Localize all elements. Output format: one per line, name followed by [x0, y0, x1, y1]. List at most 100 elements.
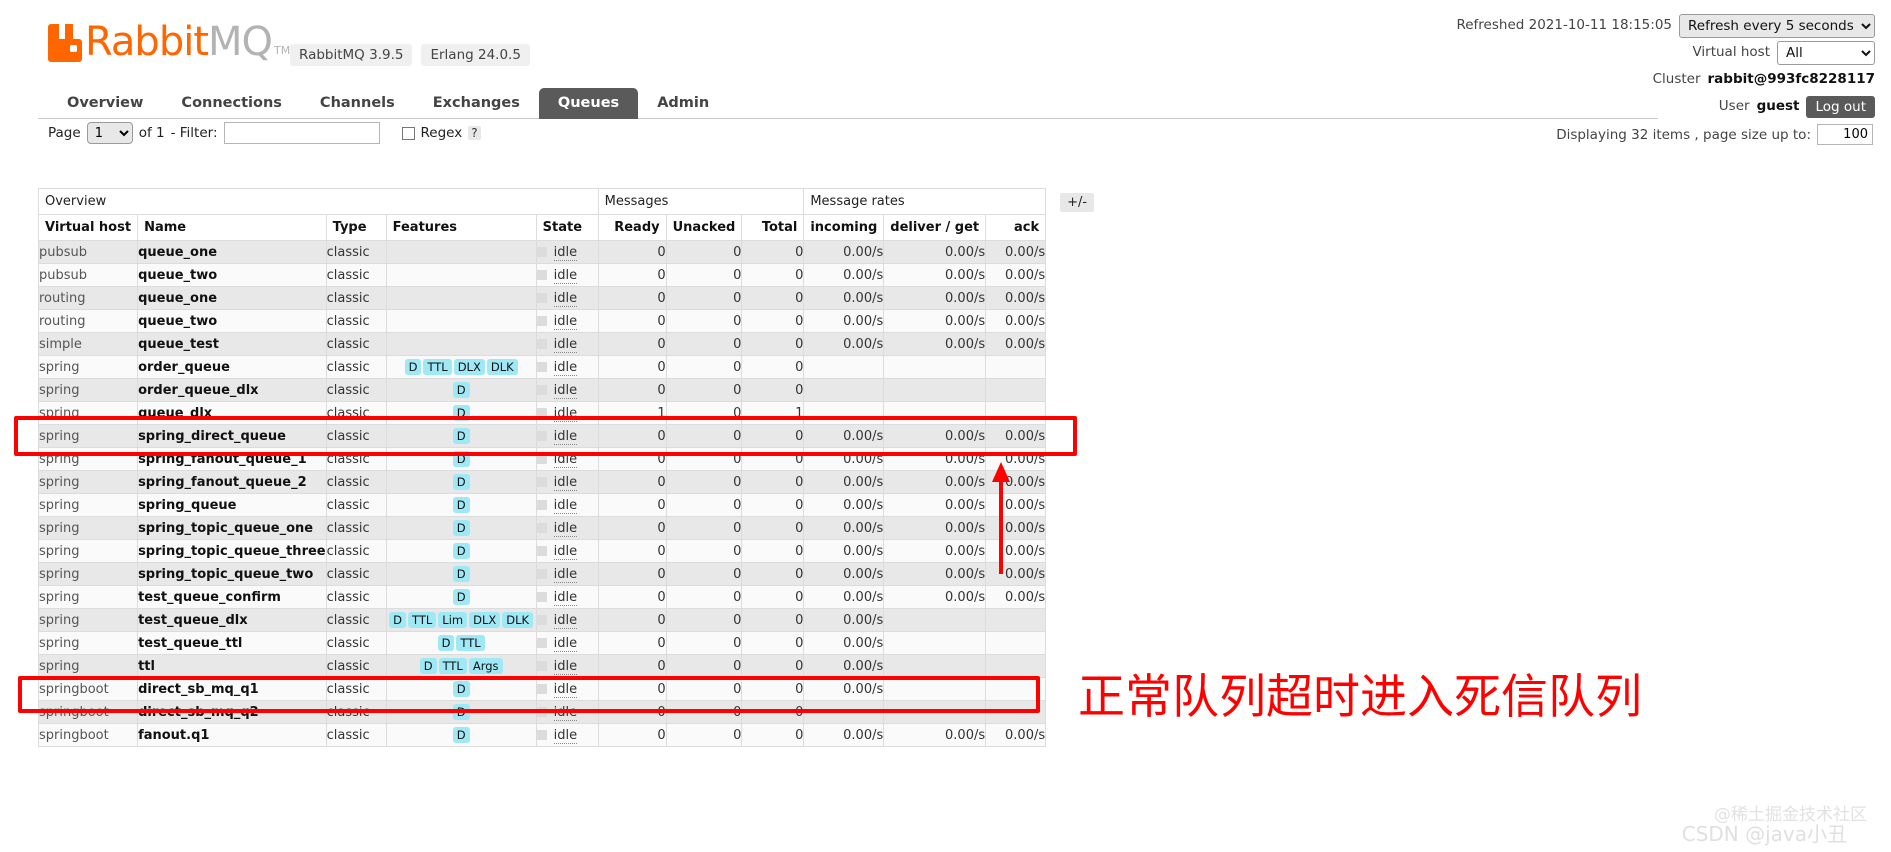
table-row[interactable]: spring test_queue_ttl classic D TTL idle 0 0 0 0.… — [37, 631, 1101, 655]
cell-state: idle — [535, 470, 599, 494]
cell-queue-name[interactable]: queue_one — [137, 286, 327, 310]
table-row[interactable]: spring queue_dlx classic Didle 1 0 1 — [37, 401, 1101, 425]
status-indicator-icon — [536, 477, 547, 487]
cell-ready: 0 — [597, 585, 667, 609]
table-row[interactable]: springboot direct_sb_mq_q2 classic Didle 0 0 0 — [37, 700, 1101, 724]
col-state[interactable]: State — [535, 214, 599, 241]
table-row[interactable]: springboot fanout.q1 classic Didle 0 0 0 0.00/s… — [37, 723, 1101, 747]
table-row[interactable]: spring spring_topic_queue_two classic Didle… — [37, 562, 1101, 586]
col-total[interactable]: Total — [741, 214, 805, 241]
table-row[interactable]: spring spring_topic_queue_one classic Didle… — [37, 516, 1101, 540]
cell-queue-name[interactable]: queue_one — [137, 240, 327, 264]
table-row[interactable]: spring spring_fanout_queue_2 classic Didle 0… — [37, 470, 1101, 494]
cell-queue-name[interactable]: test_queue_confirm — [137, 585, 327, 609]
col-deliver-get[interactable]: deliver / get — [883, 214, 987, 241]
col-type[interactable]: Type — [325, 214, 387, 241]
tab-overview[interactable]: Overview — [48, 88, 162, 119]
table-body: pubsub queue_one classic idle 0 0 0 0.00/s 0.00/… — [37, 240, 1101, 747]
filter-bar: Page 1 of 1 - Filter: Regex ? Displaying… — [0, 122, 1891, 152]
cell-type: classic — [325, 631, 387, 655]
cell-ready: 0 — [597, 424, 667, 448]
cell-unacked: 0 — [665, 516, 743, 540]
table-row[interactable]: spring spring_fanout_queue_1 classic Didle 0… — [37, 447, 1101, 471]
table-row[interactable]: pubsub queue_two classic idle 0 0 0 0.00/s 0.00/… — [37, 263, 1101, 287]
cell-queue-name[interactable]: test_queue_dlx — [137, 608, 327, 632]
table-row[interactable]: spring test_queue_confirm classic Didle 0 0 0 0… — [37, 585, 1101, 609]
table-row[interactable]: spring order_queue_dlx classic Didle 0 0 0 — [37, 378, 1101, 402]
cell-unacked: 0 — [665, 309, 743, 333]
cell-state: idle — [535, 562, 599, 586]
cell-queue-name[interactable]: order_queue_dlx — [137, 378, 327, 402]
col-name[interactable]: Name — [137, 214, 327, 241]
cell-ack: 0.00/s — [985, 309, 1047, 333]
cell-queue-name[interactable]: test_queue_ttl — [137, 631, 327, 655]
watermark-csdn: CSDN @java小丑 — [1681, 822, 1847, 846]
cell-queue-name[interactable]: spring_topic_queue_three — [137, 539, 327, 563]
cell-queue-name[interactable]: direct_sb_mq_q2 — [137, 700, 327, 724]
regex-checkbox[interactable] — [401, 126, 415, 140]
cell-virtual-host: spring — [37, 378, 139, 402]
rabbitmq-logo[interactable]: Rabbit MQ TM — [48, 22, 290, 62]
tab-queues[interactable]: Queues — [538, 88, 639, 119]
cell-queue-name[interactable]: queue_test — [137, 332, 327, 356]
col-ready[interactable]: Ready — [597, 214, 667, 241]
cell-queue-name[interactable]: order_queue — [137, 355, 327, 379]
cell-unacked: 0 — [665, 608, 743, 632]
cell-ack — [985, 378, 1047, 402]
badge-erlang-version: Erlang 24.0.5 — [421, 44, 530, 66]
feature-badge: DLK — [502, 612, 534, 628]
col-incoming[interactable]: incoming — [803, 214, 885, 241]
cell-queue-name[interactable]: spring_topic_queue_two — [137, 562, 327, 586]
table-row[interactable]: simple queue_test classic idle 0 0 0 0.00/s 0.00… — [37, 332, 1101, 356]
vhost-select[interactable]: All — [1777, 40, 1875, 65]
col-features[interactable]: Features — [385, 214, 537, 241]
help-icon[interactable]: ? — [468, 126, 481, 140]
cell-queue-name[interactable]: spring_direct_queue — [137, 424, 327, 448]
table-row[interactable]: routing queue_one classic idle 0 0 0 0.00/s 0.00… — [37, 286, 1101, 310]
page-size-input[interactable] — [1817, 124, 1873, 145]
table-row[interactable]: spring spring_direct_queue classic Didle 0 0 0… — [37, 424, 1101, 448]
table-row[interactable]: spring spring_topic_queue_three classic Did… — [37, 539, 1101, 563]
cell-queue-name[interactable]: spring_fanout_queue_2 — [137, 470, 327, 494]
tab-admin[interactable]: Admin — [638, 88, 728, 119]
cell-queue-name[interactable]: queue_two — [137, 309, 327, 333]
cell-deliver-get: 0.00/s — [883, 585, 987, 609]
tab-connections[interactable]: Connections — [162, 88, 301, 119]
cell-deliver-get: 0.00/s — [883, 286, 987, 310]
page-select[interactable]: 1 — [86, 122, 133, 144]
table-row[interactable]: pubsub queue_one classic idle 0 0 0 0.00/s 0.00/… — [37, 240, 1101, 264]
cell-virtual-host: spring — [37, 654, 139, 678]
col-virtual-host[interactable]: Virtual host — [37, 214, 139, 241]
cell-queue-name[interactable]: spring_queue — [137, 493, 327, 517]
cell-ready: 0 — [597, 447, 667, 471]
cell-queue-name[interactable]: spring_topic_queue_one — [137, 516, 327, 540]
cell-incoming: 0.00/s — [803, 493, 885, 517]
plus-minus-button[interactable]: +/- — [1060, 192, 1095, 212]
cell-queue-name[interactable]: direct_sb_mq_q1 — [137, 677, 327, 701]
tab-channels[interactable]: Channels — [301, 88, 414, 119]
table-row[interactable]: springboot direct_sb_mq_q1 classic Didle 0 0 0… — [37, 677, 1101, 701]
feature-badge: Args — [468, 658, 503, 674]
col-unacked[interactable]: Unacked — [665, 214, 743, 241]
status-indicator-icon — [536, 293, 547, 303]
table-row[interactable]: routing queue_two classic idle 0 0 0 0.00/s 0.00… — [37, 309, 1101, 333]
cell-type: classic — [325, 470, 387, 494]
table-row[interactable]: spring spring_queue classic Didle 0 0 0 0.00/s 0… — [37, 493, 1101, 517]
cell-deliver-get: 0.00/s — [883, 493, 987, 517]
cell-queue-name[interactable]: queue_two — [137, 263, 327, 287]
group-header-row: Overview Messages Message rates +/- — [38, 188, 1101, 241]
table-row[interactable]: spring test_queue_dlx classic D TTL Lim DLX DLK… — [37, 608, 1101, 632]
cell-incoming — [803, 355, 885, 379]
table-row[interactable]: spring order_queue classic D TTL DLX DLK idle 0 0… — [37, 355, 1101, 379]
refresh-interval-select[interactable]: Refresh every 5 seconds — [1679, 13, 1875, 38]
cell-incoming: 0.00/s — [803, 608, 885, 632]
table-row[interactable]: spring ttl classic D TTL Args idle 0 0 0 0.00/s — [37, 654, 1101, 678]
feature-badge: TTL — [408, 612, 437, 628]
filter-input[interactable] — [223, 122, 380, 144]
cell-queue-name[interactable]: queue_dlx — [137, 401, 327, 425]
cell-queue-name[interactable]: fanout.q1 — [137, 723, 327, 747]
cell-queue-name[interactable]: ttl — [137, 654, 327, 678]
tab-exchanges[interactable]: Exchanges — [414, 88, 539, 119]
cell-queue-name[interactable]: spring_fanout_queue_1 — [137, 447, 327, 471]
col-ack[interactable]: ack — [985, 214, 1047, 241]
